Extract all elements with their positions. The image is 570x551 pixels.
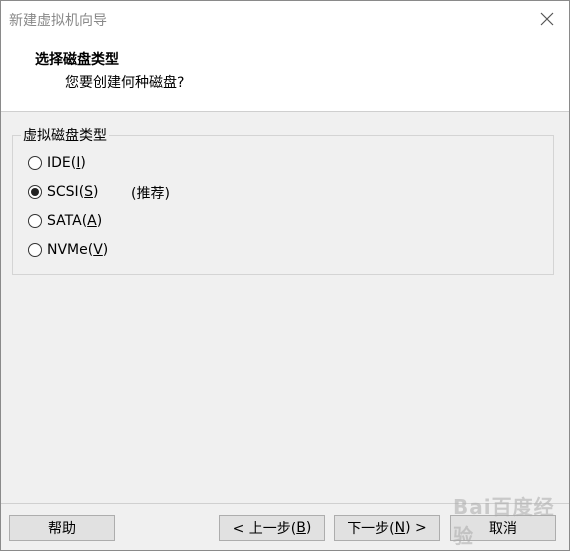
close-icon <box>540 12 554 26</box>
step-title: 选择磁盘类型 <box>35 52 119 68</box>
radio-sata[interactable]: SATA(A) <box>28 210 102 232</box>
dialog-window: 新建虚拟机向导 选择磁盘类型 您要创建何种磁盘? 虚拟磁盘类型 IDE(I) S… <box>0 0 570 551</box>
window-title: 新建虚拟机向导 <box>9 13 107 29</box>
radio-sata-label: SATA(A) <box>47 213 103 229</box>
recommended-note: (推荐) <box>131 186 170 202</box>
radio-nvme-label: NVMe(V) <box>47 242 109 258</box>
radio-ide-label: IDE(I) <box>47 155 86 171</box>
close-button[interactable] <box>533 7 561 31</box>
radio-selected-dot <box>31 188 39 196</box>
step-subtitle: 您要创建何种磁盘? <box>65 75 185 91</box>
next-button[interactable]: 下一步(N) > <box>334 515 440 541</box>
back-button[interactable]: < 上一步(B) <box>219 515 325 541</box>
radio-ide[interactable]: IDE(I) <box>28 152 86 174</box>
help-button[interactable]: 帮助 <box>9 515 115 541</box>
wizard-header: 选择磁盘类型 您要创建何种磁盘? <box>1 37 569 112</box>
radio-scsi-circle[interactable] <box>28 185 42 199</box>
radio-ide-circle[interactable] <box>28 156 42 170</box>
radio-sata-circle[interactable] <box>28 214 42 228</box>
radio-scsi-label: SCSI(S) <box>47 184 99 200</box>
title-bar: 新建虚拟机向导 <box>1 1 569 37</box>
radio-scsi[interactable]: SCSI(S) <box>28 181 99 203</box>
disk-type-group-label: 虚拟磁盘类型 <box>21 125 109 145</box>
watermark: Bai百度经验 <box>453 495 555 548</box>
radio-nvme-circle[interactable] <box>28 243 42 257</box>
radio-nvme[interactable]: NVMe(V) <box>28 239 108 261</box>
